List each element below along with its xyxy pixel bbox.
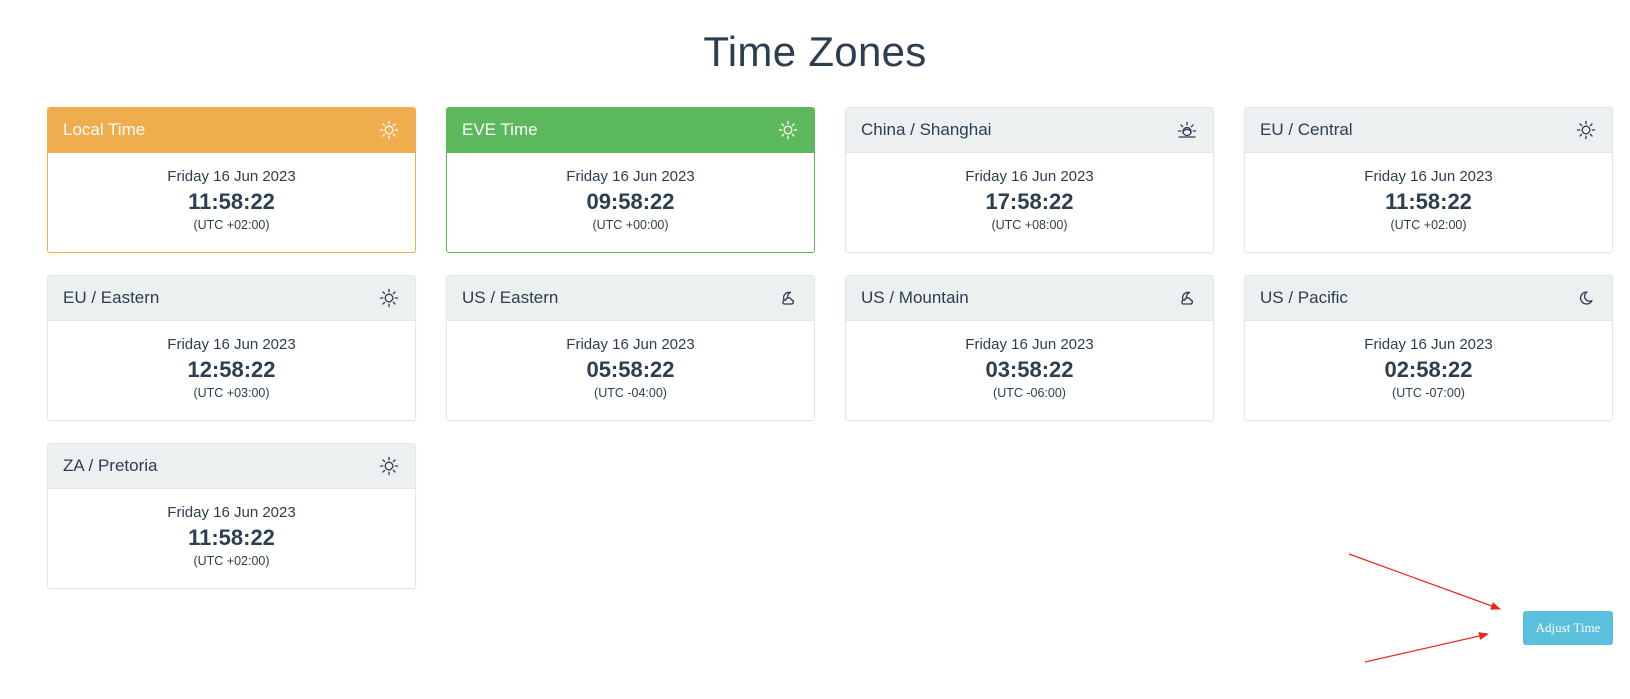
zone-date: Friday 16 Jun 2023: [965, 168, 1094, 185]
zone-offset: (UTC +02:00): [193, 218, 270, 232]
time-zone-card: China / Shanghai Friday 16 Jun 2023 17:5…: [845, 107, 1214, 253]
annotation-arrow-lower: [1364, 632, 1489, 663]
card-body: Friday 16 Jun 2023 11:58:22 (UTC +02:00): [48, 153, 415, 234]
zone-offset: (UTC +02:00): [193, 554, 270, 568]
zone-name: China / Shanghai: [861, 120, 992, 139]
zone-time: 09:58:22: [586, 189, 675, 214]
zone-offset: (UTC -04:00): [594, 386, 667, 400]
sun-icon: [379, 288, 399, 308]
time-zone-card: US / Pacific Friday 16 Jun 2023 02:58:22…: [1244, 275, 1613, 421]
moon-cloud-icon: [1177, 288, 1197, 308]
sun-icon: [1576, 120, 1596, 140]
time-zone-card: US / Eastern Friday 16 Jun 2023 05:58:22…: [446, 275, 815, 421]
zone-name: EU / Central: [1260, 120, 1353, 139]
time-zone-card: EU / Eastern Friday 16 Jun 2023 12:58:22…: [47, 275, 416, 421]
zone-date: Friday 16 Jun 2023: [167, 336, 296, 353]
card-body: Friday 16 Jun 2023 05:58:22 (UTC -04:00): [447, 321, 814, 402]
card-body: Friday 16 Jun 2023 11:58:22 (UTC +02:00): [1245, 153, 1612, 234]
sun-icon: [778, 120, 798, 140]
zone-time: 11:58:22: [1385, 189, 1472, 214]
card-header: US / Mountain: [846, 276, 1213, 321]
zone-name: US / Pacific: [1260, 288, 1348, 307]
time-zone-grid: Local Time Friday 16 Jun 2023 11:58:22 (…: [47, 107, 1613, 589]
adjust-time-button[interactable]: Adjust Time: [1523, 611, 1613, 645]
sun-icon: [379, 120, 399, 140]
zone-name: US / Eastern: [462, 288, 559, 307]
zone-time: 11:58:22: [188, 189, 275, 214]
time-zone-card: EU / Central Friday 16 Jun 2023 11:58:22…: [1244, 107, 1613, 253]
zone-offset: (UTC -07:00): [1392, 386, 1465, 400]
zone-time: 11:58:22: [188, 525, 275, 550]
time-zone-card: Local Time Friday 16 Jun 2023 11:58:22 (…: [47, 107, 416, 253]
page-title: Time Zones: [703, 28, 927, 75]
zone-time: 02:58:22: [1384, 357, 1473, 382]
zone-name: EVE Time: [462, 120, 538, 139]
sunset-icon: [1177, 120, 1197, 140]
card-header: EVE Time: [447, 108, 814, 153]
zone-date: Friday 16 Jun 2023: [1364, 336, 1493, 353]
zone-name: US / Mountain: [861, 288, 969, 307]
zone-time: 17:58:22: [985, 189, 1074, 214]
time-zone-card: US / Mountain Friday 16 Jun 2023 03:58:2…: [845, 275, 1214, 421]
zone-offset: (UTC -06:00): [993, 386, 1066, 400]
card-header: Local Time: [48, 108, 415, 153]
zone-time: 03:58:22: [985, 357, 1074, 382]
card-body: Friday 16 Jun 2023 03:58:22 (UTC -06:00): [846, 321, 1213, 402]
zone-offset: (UTC +02:00): [1390, 218, 1467, 232]
time-zone-card: EVE Time Friday 16 Jun 2023 09:58:22 (UT…: [446, 107, 815, 253]
zone-date: Friday 16 Jun 2023: [1364, 168, 1493, 185]
zone-time: 05:58:22: [586, 357, 675, 382]
zone-offset: (UTC +00:00): [592, 218, 669, 232]
card-header: China / Shanghai: [846, 108, 1213, 153]
sun-icon: [379, 456, 399, 476]
card-body: Friday 16 Jun 2023 12:58:22 (UTC +03:00): [48, 321, 415, 402]
zone-date: Friday 16 Jun 2023: [167, 504, 296, 521]
card-header: EU / Eastern: [48, 276, 415, 321]
page: Time Zones Local Time Friday 16 Jun 2023…: [0, 0, 1630, 699]
zone-offset: (UTC +08:00): [991, 218, 1068, 232]
moon-cloud-icon: [778, 288, 798, 308]
card-body: Friday 16 Jun 2023 17:58:22 (UTC +08:00): [846, 153, 1213, 234]
card-header: US / Eastern: [447, 276, 814, 321]
zone-time: 12:58:22: [187, 357, 276, 382]
zone-offset: (UTC +03:00): [193, 386, 270, 400]
zone-name: EU / Eastern: [63, 288, 160, 307]
zone-date: Friday 16 Jun 2023: [566, 168, 695, 185]
zone-name: ZA / Pretoria: [63, 456, 158, 475]
card-body: Friday 16 Jun 2023 09:58:22 (UTC +00:00): [447, 153, 814, 234]
time-zone-card: ZA / Pretoria Friday 16 Jun 2023 11:58:2…: [47, 443, 416, 589]
zone-date: Friday 16 Jun 2023: [965, 336, 1094, 353]
card-body: Friday 16 Jun 2023 11:58:22 (UTC +02:00): [48, 489, 415, 570]
zone-name: Local Time: [63, 120, 146, 139]
card-body: Friday 16 Jun 2023 02:58:22 (UTC -07:00): [1245, 321, 1612, 402]
card-header: ZA / Pretoria: [48, 444, 415, 489]
zone-date: Friday 16 Jun 2023: [566, 336, 695, 353]
moon-icon: [1576, 288, 1596, 308]
card-header: US / Pacific: [1245, 276, 1612, 321]
zone-date: Friday 16 Jun 2023: [167, 168, 296, 185]
card-header: EU / Central: [1245, 108, 1612, 153]
